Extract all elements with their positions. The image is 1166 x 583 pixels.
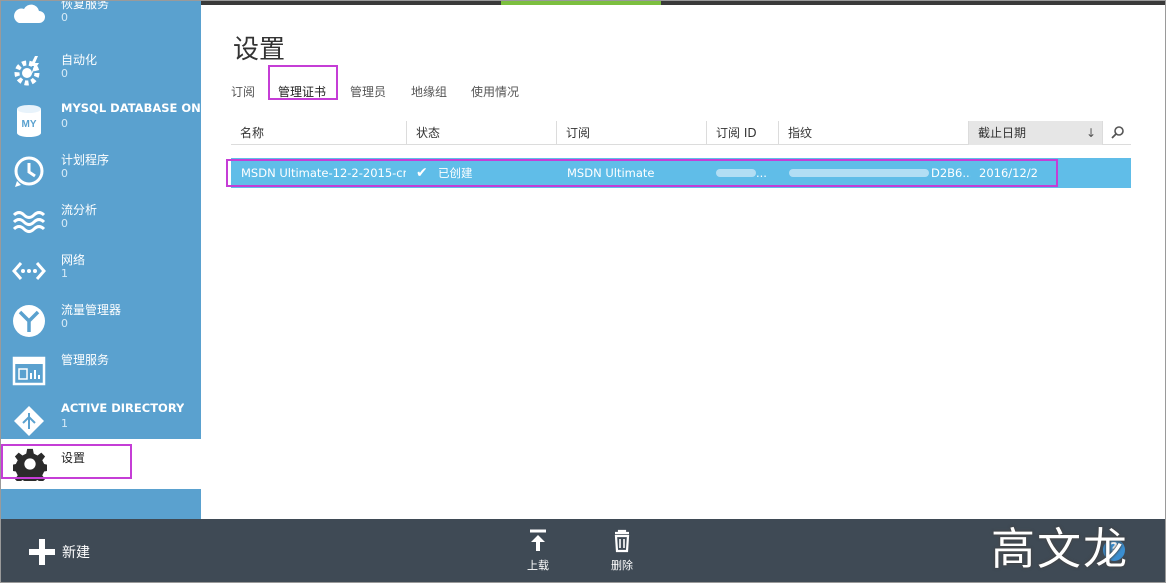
column-header-name[interactable]: 名称 <box>231 121 406 145</box>
traffic-manager-icon <box>13 305 45 337</box>
column-header-expiry[interactable]: 截止日期 ↓ <box>968 121 1102 145</box>
tab-usage[interactable]: 使用情况 <box>471 83 519 100</box>
table-header: 名称 状态 订阅 订阅 ID 指纹 截止日期 ↓ <box>231 121 1131 145</box>
sidebar-item-count: 0 <box>61 167 68 180</box>
sidebar-item-traffic-manager[interactable]: 流量管理器 0 <box>1 295 201 345</box>
cloud-icon <box>14 4 45 23</box>
new-button-label: 新建 <box>62 545 90 561</box>
sidebar-item-recovery-services[interactable]: 恢复服务 0 <box>1 0 201 39</box>
plus-icon <box>29 539 55 565</box>
column-header-status[interactable]: 状态 <box>406 121 556 145</box>
sidebar-item-automation[interactable]: 自动化 0 <box>1 45 201 95</box>
sidebar-item-networks[interactable]: 网络 1 <box>1 245 201 295</box>
delete-button[interactable]: 删除 <box>602 527 642 575</box>
sidebar-item-label: 流分析 <box>61 203 98 217</box>
page-title: 设置 <box>233 35 286 65</box>
sidebar-item-label: 计划程序 <box>61 153 110 167</box>
sidebar-item-label: 恢复服务 <box>61 0 110 11</box>
sidebar-item-active-directory[interactable]: ACTIVE DIRECTORY 1 <box>1 395 201 445</box>
highlight-box-row <box>226 159 1058 187</box>
highlight-box-tab <box>268 65 338 100</box>
watermark: 高文龙 <box>991 524 1129 575</box>
sidebar-item-label: 管理服务 <box>61 353 110 367</box>
network-icon <box>12 262 46 280</box>
sidebar-item-mysql[interactable]: MY MYSQL DATABASE ON ... 0 <box>1 95 201 145</box>
column-header-subscription-id[interactable]: 订阅 ID <box>706 121 778 145</box>
column-header-thumbprint[interactable]: 指纹 <box>778 121 968 145</box>
sidebar-item-count: 0 <box>61 317 68 330</box>
highlight-box-settings <box>1 444 132 479</box>
column-header-expiry-label: 截止日期 <box>978 126 1027 140</box>
tab-administrators[interactable]: 管理员 <box>350 83 386 100</box>
management-services-icon <box>12 356 46 386</box>
column-header-subscription[interactable]: 订阅 <box>556 121 706 145</box>
sidebar-item-label: 自动化 <box>61 53 98 67</box>
upload-button[interactable]: 上载 <box>518 527 558 575</box>
sidebar-item-count: 0 <box>61 67 68 80</box>
sidebar-item-count: 0 <box>61 11 68 24</box>
database-icon: MY <box>17 105 41 137</box>
trash-icon <box>614 529 630 553</box>
upload-button-label: 上载 <box>527 559 549 572</box>
sidebar-item-count: 0 <box>61 217 68 230</box>
sidebar-item-count: 1 <box>61 417 68 430</box>
sidebar-item-management-services[interactable]: 管理服务 <box>1 345 201 395</box>
mysql-icon-text: MY <box>22 119 37 130</box>
sort-descending-icon: ↓ <box>1085 126 1096 140</box>
sidebar-item-stream-analytics[interactable]: 流分析 0 <box>1 195 201 245</box>
stream-waves-icon <box>12 211 46 233</box>
upload-icon <box>530 529 546 551</box>
sidebar-item-count: 0 <box>61 117 68 130</box>
search-icon <box>1111 126 1124 139</box>
delete-button-label: 删除 <box>611 559 633 572</box>
clock-icon <box>14 156 44 187</box>
sidebar-item-count: 1 <box>61 267 68 280</box>
tab-affinity-groups[interactable]: 地缘组 <box>411 83 447 100</box>
sidebar-item-scheduler[interactable]: 计划程序 0 <box>1 145 201 195</box>
sidebar-item-label: 流量管理器 <box>61 303 122 317</box>
app-window: 恢复服务 0 自动化 0 MY MYSQL DATABASE ON ... 0 <box>0 0 1166 583</box>
sidebar-item-label: MYSQL DATABASE ON ... <box>61 101 201 115</box>
sidebar-item-label: ACTIVE DIRECTORY <box>61 401 185 415</box>
search-button[interactable] <box>1102 121 1131 145</box>
tab-subscriptions[interactable]: 订阅 <box>231 83 255 100</box>
sidebar: 恢复服务 0 自动化 0 MY MYSQL DATABASE ON ... 0 <box>1 1 201 519</box>
top-accent-bar <box>501 1 661 5</box>
sidebar-item-label: 网络 <box>61 253 86 267</box>
active-directory-icon <box>14 406 44 436</box>
automation-gear-icon <box>14 56 40 86</box>
